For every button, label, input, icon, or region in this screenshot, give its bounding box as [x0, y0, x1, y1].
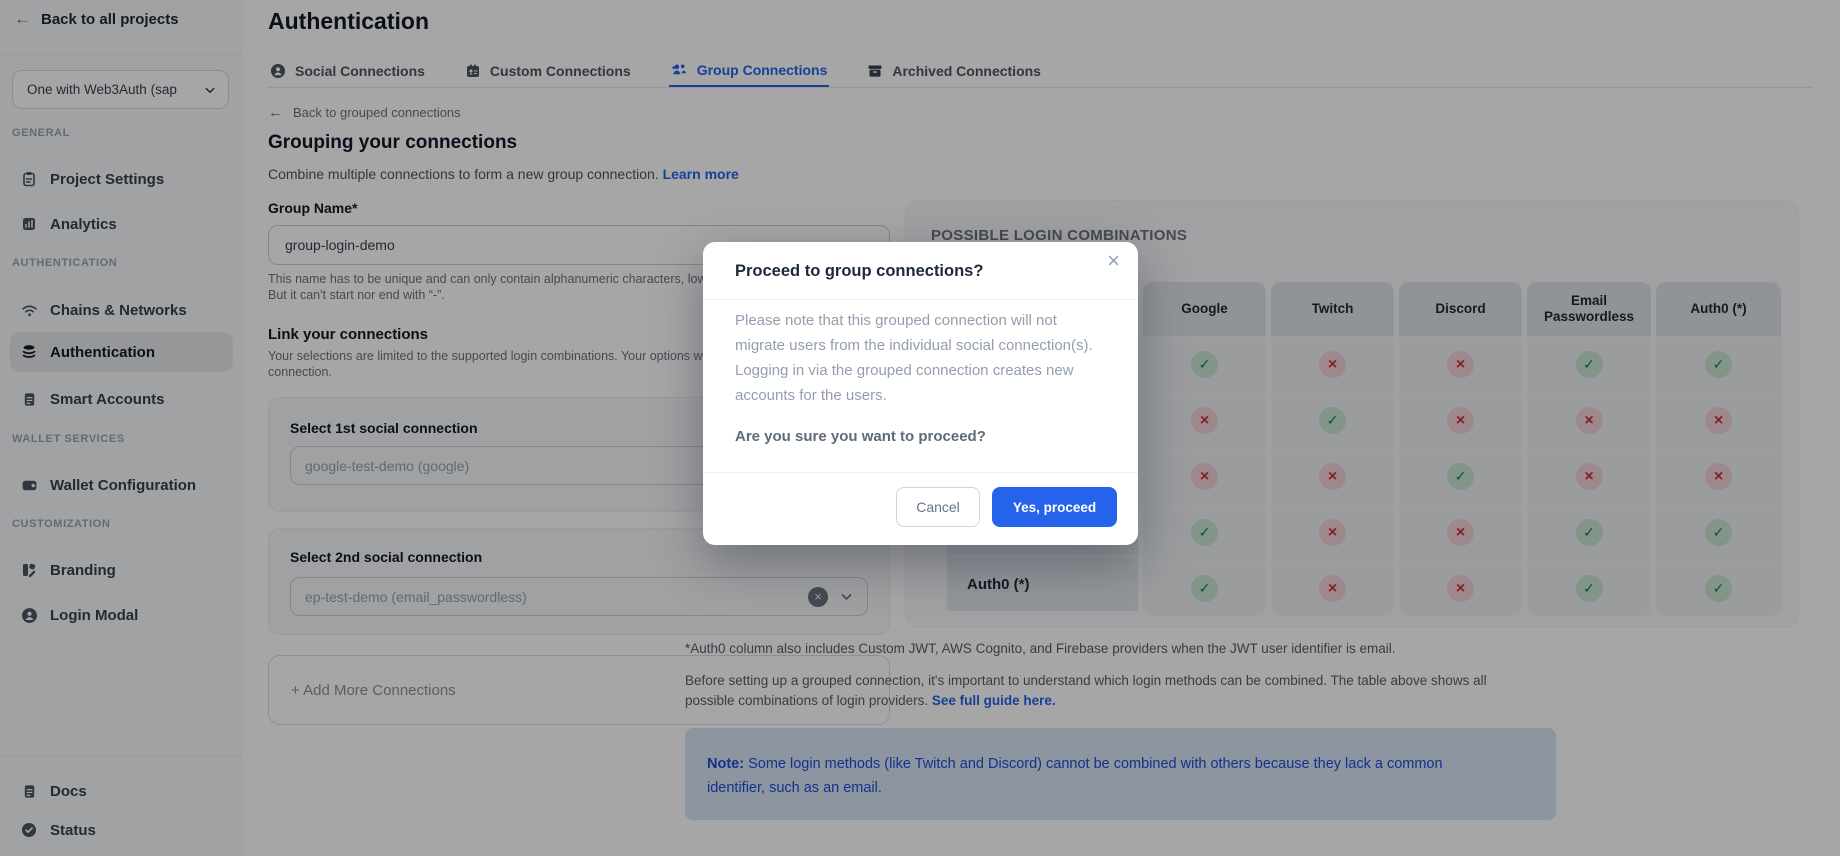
yes-proceed-button[interactable]: Yes, proceed	[992, 487, 1117, 527]
modal-divider	[703, 299, 1138, 300]
cancel-button[interactable]: Cancel	[896, 487, 980, 527]
modal-question: Are you sure you want to proceed?	[735, 428, 986, 445]
modal-buttons: Cancel Yes, proceed	[896, 487, 1117, 527]
modal-divider	[703, 472, 1138, 473]
modal-body-text: Please note that this grouped connection…	[735, 308, 1107, 408]
proceed-modal: Proceed to group connections? × Please n…	[703, 242, 1138, 545]
close-icon[interactable]: ×	[1107, 250, 1120, 272]
modal-title: Proceed to group connections?	[735, 262, 983, 281]
